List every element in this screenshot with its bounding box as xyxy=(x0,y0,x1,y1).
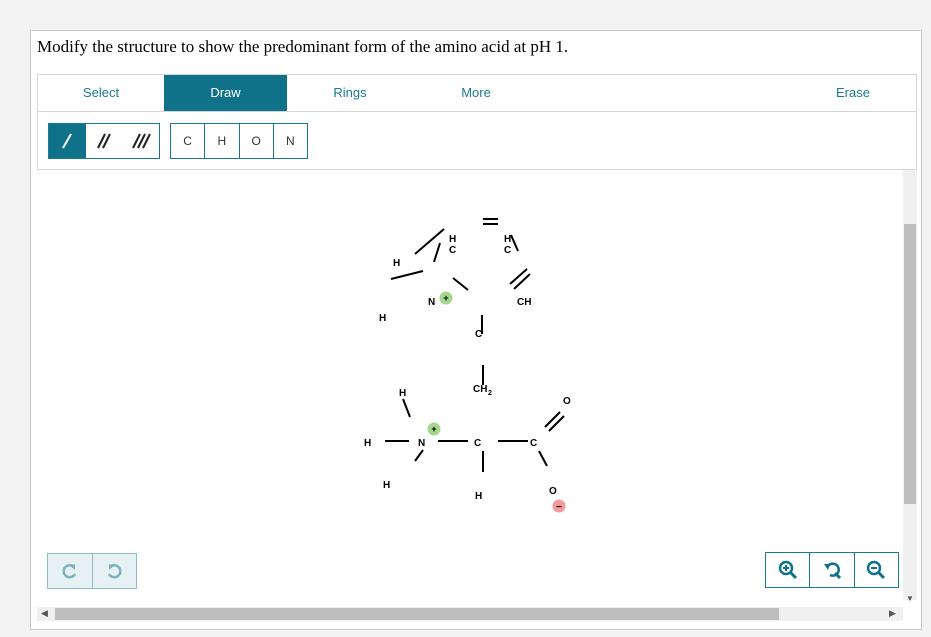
horizontal-scrollbar[interactable]: ◀ ▶ xyxy=(37,607,903,621)
atom-c-button[interactable]: C xyxy=(171,124,206,158)
scroll-left-arrow-icon[interactable]: ◀ xyxy=(41,608,48,619)
atom-tool-group: C H O N xyxy=(170,123,308,159)
atom-h: H xyxy=(399,388,406,399)
atom-h-button[interactable]: H xyxy=(205,124,240,158)
triple-bond-button[interactable] xyxy=(122,124,159,158)
atom-c: C xyxy=(449,245,456,256)
zoom-in-button[interactable] xyxy=(766,553,809,587)
zoom-in-icon xyxy=(778,560,797,580)
atom-h: H xyxy=(364,438,371,449)
negative-charge-sign: − xyxy=(556,502,562,513)
molecule-labels: H C H C H H N CH C CH 2 H H N C C H H O … xyxy=(364,234,571,513)
atom-h: H xyxy=(475,491,482,502)
redo-icon xyxy=(108,563,122,579)
double-bond-icon xyxy=(97,133,111,149)
positive-charge-sign: + xyxy=(443,293,448,303)
atom-c: C xyxy=(530,438,537,449)
atom-h: H xyxy=(383,480,390,491)
tab-select[interactable]: Select xyxy=(38,75,164,111)
atom-c: C xyxy=(474,438,481,449)
atom-ch2: CH xyxy=(473,384,487,395)
tab-erase[interactable]: Erase xyxy=(790,75,916,111)
bond-tool-group xyxy=(48,123,160,159)
atom-h: H xyxy=(393,258,400,269)
question-frame: Modify the structure to show the predomi… xyxy=(30,30,922,630)
atom-h: H xyxy=(449,234,456,245)
scroll-right-arrow-icon[interactable]: ▶ xyxy=(889,608,896,619)
atom-h: H xyxy=(379,313,386,324)
atom-o: O xyxy=(563,396,571,407)
scroll-down-arrow-icon[interactable]: ▼ xyxy=(906,594,914,603)
atom-n: N xyxy=(418,438,425,449)
atom-c: C xyxy=(504,245,511,256)
zoom-controls xyxy=(765,552,899,588)
atom-c: C xyxy=(475,329,482,340)
reset-zoom-icon xyxy=(823,562,842,580)
reset-zoom-button[interactable] xyxy=(809,553,853,587)
question-text: Modify the structure to show the predomi… xyxy=(37,37,569,56)
positive-charge-sign: + xyxy=(431,424,436,434)
tab-rings[interactable]: Rings xyxy=(287,75,413,111)
single-bond-button[interactable] xyxy=(49,124,86,158)
zoom-out-icon xyxy=(867,560,886,580)
tab-more[interactable]: More xyxy=(413,75,539,111)
atom-n-button[interactable]: N xyxy=(274,124,307,158)
triple-bond-icon xyxy=(131,133,151,149)
atom-o-button[interactable]: O xyxy=(240,124,274,158)
redo-button[interactable] xyxy=(93,554,137,588)
horizontal-scroll-thumb[interactable] xyxy=(55,608,779,620)
double-bond-button[interactable] xyxy=(86,124,123,158)
vertical-scroll-thumb[interactable] xyxy=(904,224,916,504)
atom-o: O xyxy=(549,486,557,497)
single-bond-icon xyxy=(62,133,73,149)
tab-draw[interactable]: Draw xyxy=(164,75,287,111)
undo-redo-group xyxy=(47,553,137,589)
atom-ch: CH xyxy=(517,297,531,308)
subscript-2: 2 xyxy=(488,390,492,397)
editor-toolbar: Select Draw Rings More Erase C H O N xyxy=(37,74,917,170)
undo-button[interactable] xyxy=(48,554,93,588)
zoom-out-button[interactable] xyxy=(853,553,898,587)
vertical-scrollbar[interactable]: ▼ xyxy=(903,170,917,603)
drawing-canvas[interactable]: H C H C H H N CH C CH 2 H H N C C H H O … xyxy=(37,170,903,603)
atom-h: H xyxy=(504,234,511,245)
undo-icon xyxy=(62,563,76,579)
atom-n: N xyxy=(428,297,435,308)
tab-bar: Select Draw Rings More Erase xyxy=(38,75,916,112)
